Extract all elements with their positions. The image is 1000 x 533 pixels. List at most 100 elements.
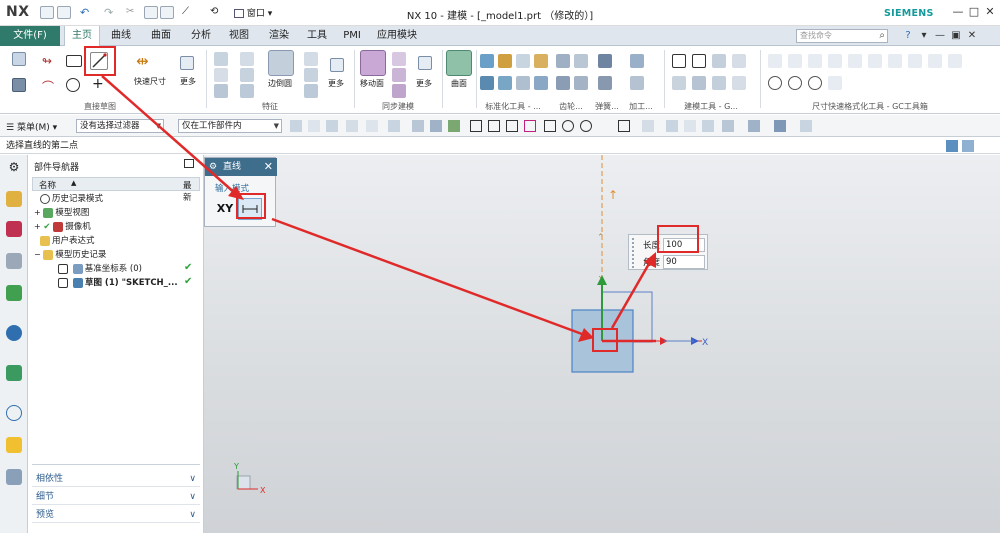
shell-icon[interactable]	[304, 68, 318, 82]
dim-format-11-icon[interactable]	[828, 76, 842, 90]
tab-tools[interactable]: 工具	[300, 26, 334, 46]
rectangle-icon[interactable]	[66, 55, 82, 67]
tree-item-model-views[interactable]: + 模型视图	[34, 206, 89, 220]
tree-item-sketch[interactable]: 草图 (1) "SKETCH_...	[58, 276, 198, 290]
assembly-navigator-icon[interactable]	[6, 191, 22, 207]
intersection-snap-icon[interactable]	[524, 120, 536, 132]
endpoint-snap-icon[interactable]	[470, 120, 482, 132]
std-part-3-icon[interactable]	[516, 54, 530, 68]
tab-render[interactable]: 渲染	[262, 26, 296, 46]
existing-point-snap-icon[interactable]	[618, 120, 630, 132]
tab-analysis[interactable]: 分析	[184, 26, 218, 46]
more-sync-label[interactable]: 更多	[410, 78, 438, 89]
triangle-tool-icon[interactable]	[672, 54, 686, 68]
tangent-snap-icon[interactable]	[562, 120, 574, 132]
move-face-label[interactable]: 移动面	[352, 78, 392, 89]
spring-1-icon[interactable]	[598, 54, 612, 68]
dim-format-5-icon[interactable]	[848, 54, 862, 68]
std-part-1-icon[interactable]	[480, 54, 494, 68]
dialog-close-icon[interactable]: ✕	[264, 158, 273, 176]
surface-label[interactable]: 曲面	[440, 78, 478, 89]
dim-format-2-icon[interactable]	[788, 54, 802, 68]
orient-view-icon[interactable]	[666, 120, 678, 132]
point-snap-icon[interactable]	[366, 120, 378, 132]
arc-icon[interactable]: ⌒	[42, 78, 56, 94]
cue-line-icon-1[interactable]	[946, 140, 958, 152]
model-tool-7-icon[interactable]	[712, 76, 726, 90]
grid-snap-icon[interactable]	[448, 120, 460, 132]
pattern-icon[interactable]	[304, 84, 318, 98]
dim-format-1-icon[interactable]	[768, 54, 782, 68]
subtract-icon[interactable]	[240, 68, 254, 82]
std-part-6-icon[interactable]	[498, 76, 512, 90]
help-icon[interactable]: ?	[902, 30, 914, 42]
web-browser-icon[interactable]	[6, 325, 22, 341]
tab-applications[interactable]: 应用模块	[372, 26, 422, 46]
general-select-icon[interactable]	[308, 120, 320, 132]
gear-tool-1-icon[interactable]	[556, 54, 570, 68]
clock-icon[interactable]	[6, 405, 22, 421]
menu-button[interactable]: ☰ 菜单(M) ▾	[6, 120, 57, 133]
model-tool-6-icon[interactable]	[692, 76, 706, 90]
point-icon[interactable]: +	[92, 76, 106, 92]
machining-1-icon[interactable]	[630, 54, 644, 68]
history-icon[interactable]	[6, 365, 22, 381]
box-select-icon[interactable]	[388, 120, 400, 132]
diameter-2-icon[interactable]	[788, 76, 802, 90]
revolve-icon[interactable]	[214, 68, 228, 82]
model-tool-3-icon[interactable]	[712, 54, 726, 68]
std-part-2-icon[interactable]	[498, 54, 512, 68]
select-all-icon[interactable]	[290, 120, 302, 132]
more-sketch-label[interactable]: 更多	[174, 76, 202, 87]
minimize-icon[interactable]: —	[950, 5, 966, 19]
gear-tool-4-icon[interactable]	[574, 76, 588, 90]
tab-curve[interactable]: 曲线	[104, 26, 138, 46]
model-tool-5-icon[interactable]	[672, 76, 686, 90]
diameter-3-icon[interactable]	[808, 76, 822, 90]
line-dialog-title-bar[interactable]: ⚙ 直线 ✕	[205, 158, 277, 176]
machining-2-icon[interactable]	[630, 76, 644, 90]
gear-tool-3-icon[interactable]	[556, 76, 570, 90]
spring-2-icon[interactable]	[598, 76, 612, 90]
xy-mode-button[interactable]: XY	[214, 198, 236, 220]
tree-item-model-history[interactable]: − 模型历史记录	[34, 248, 106, 262]
model-tool-8-icon[interactable]	[732, 76, 746, 90]
sort-ascending-icon[interactable]: ▲	[71, 179, 76, 187]
edge-blend-icon[interactable]	[268, 50, 294, 76]
model-tool-4-icon[interactable]	[732, 54, 746, 68]
edit-section-icon[interactable]	[800, 120, 812, 132]
part-navigator-icon[interactable]	[6, 253, 22, 269]
gear-tool-2-icon[interactable]	[574, 54, 588, 68]
std-part-8-icon[interactable]	[534, 76, 548, 90]
more-sketch-icon[interactable]	[180, 56, 194, 70]
hole-icon[interactable]	[214, 84, 228, 98]
command-search-input[interactable]: 查找命令 ⌕	[796, 29, 888, 43]
render-style-icon[interactable]	[748, 120, 760, 132]
search-icon[interactable]: ⌕	[879, 30, 885, 42]
dim-format-9-icon[interactable]	[928, 54, 942, 68]
section-dependencies[interactable]: 相依性 ∨	[32, 471, 200, 487]
navigator-maximize-icon[interactable]	[184, 159, 194, 168]
checkbox-icon[interactable]	[58, 263, 68, 274]
file-tab[interactable]: 文件(F)	[0, 26, 60, 46]
tab-home[interactable]: 主页	[64, 26, 100, 46]
dim-format-6-icon[interactable]	[868, 54, 882, 68]
std-part-7-icon[interactable]	[516, 76, 530, 90]
rapid-dimension-label[interactable]: 快速尺寸	[130, 76, 170, 87]
ribbon-options-icon[interactable]: ▾	[918, 30, 930, 42]
reuse-library-icon[interactable]	[6, 285, 22, 301]
doc-restore-icon[interactable]: ▣	[950, 30, 962, 42]
unite-icon[interactable]	[240, 52, 254, 66]
tab-view[interactable]: 视图	[222, 26, 256, 46]
dim-format-7-icon[interactable]	[888, 54, 902, 68]
doc-minimize-icon[interactable]: —	[934, 30, 946, 42]
dim-format-3-icon[interactable]	[808, 54, 822, 68]
constraint-navigator-icon[interactable]	[6, 221, 22, 237]
selection-filter-dropdown[interactable]: 没有选择过滤器 ▼	[76, 119, 164, 133]
more-feature-icon[interactable]	[330, 58, 344, 72]
diameter-icon[interactable]	[768, 76, 782, 90]
extrude-icon[interactable]	[214, 52, 228, 66]
replace-face-icon[interactable]	[392, 84, 406, 98]
quadrant-snap-icon[interactable]	[580, 120, 592, 132]
rotate-view-icon[interactable]	[702, 120, 714, 132]
